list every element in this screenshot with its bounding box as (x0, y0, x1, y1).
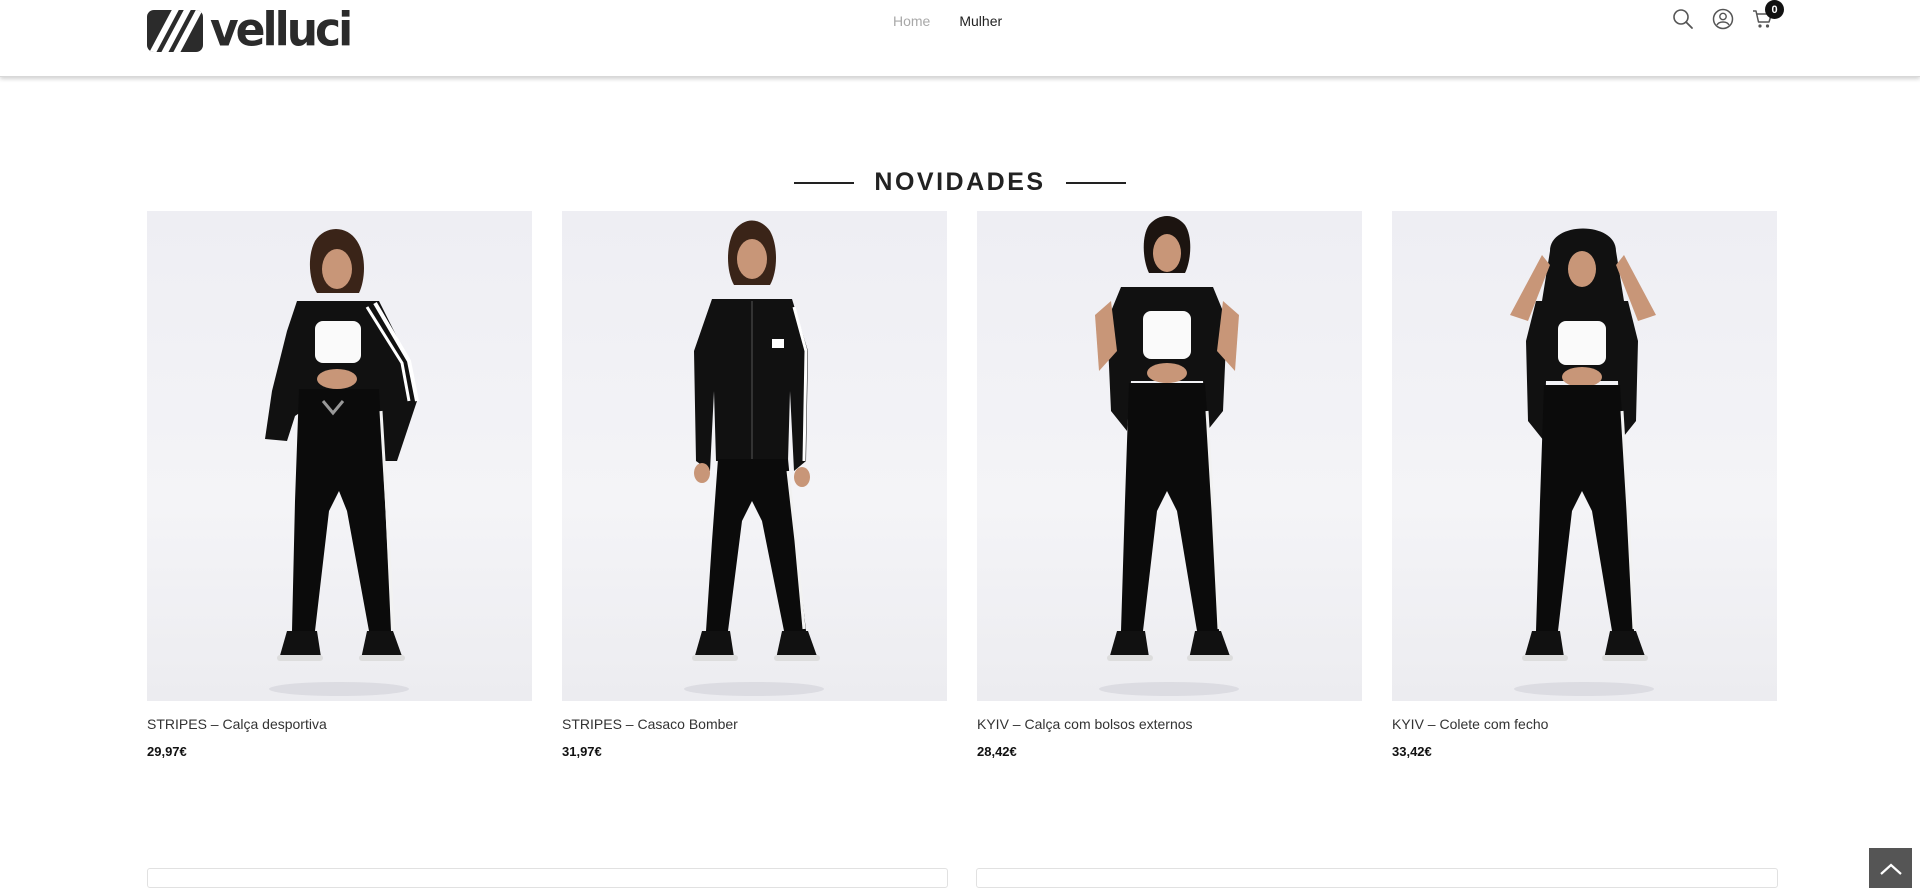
main-nav: Home Mulher (893, 13, 1002, 29)
product-name[interactable]: STRIPES – Casaco Bomber (562, 716, 947, 732)
product-grid: STRIPES – Calça desportiva 29,97€ STRIPE… (147, 211, 1777, 759)
heading-divider-right (1065, 181, 1126, 184)
search-icon[interactable] (1672, 8, 1694, 30)
bottom-panels (147, 868, 1778, 888)
chevron-up-icon (1879, 863, 1902, 875)
product-name[interactable]: KYIV – Colete com fecho (1392, 716, 1777, 732)
nav-item-home[interactable]: Home (893, 13, 930, 29)
product-image[interactable] (147, 211, 532, 701)
content-panel (976, 868, 1778, 888)
user-icon[interactable] (1712, 8, 1734, 30)
site-header: velluci Home Mulher 0 (0, 0, 1920, 77)
section-heading: NOVIDADES (0, 168, 1920, 197)
nav-item-mulher[interactable]: Mulher (959, 13, 1002, 29)
cart-count-badge: 0 (1765, 0, 1784, 19)
product-image[interactable] (562, 211, 947, 701)
product-name[interactable]: KYIV – Calça com bolsos externos (977, 716, 1362, 732)
section-title: NOVIDADES (874, 168, 1046, 196)
brand-logo-mark (147, 10, 203, 52)
product-image[interactable] (977, 211, 1362, 701)
brand-name: velluci (210, 3, 353, 58)
product-price: 33,42€ (1392, 744, 1432, 759)
product-image[interactable] (1392, 211, 1777, 701)
back-to-top-button[interactable] (1869, 848, 1912, 888)
heading-divider-left (794, 181, 855, 184)
product-card[interactable]: KYIV – Colete com fecho 33,42€ (1392, 211, 1777, 759)
product-price: 31,97€ (562, 744, 602, 759)
product-card[interactable]: STRIPES – Calça desportiva 29,97€ (147, 211, 532, 759)
product-card[interactable]: STRIPES – Casaco Bomber 31,97€ (562, 211, 947, 759)
header-actions: 0 (1672, 0, 1784, 30)
brand-logo[interactable]: velluci (147, 3, 353, 58)
product-price: 29,97€ (147, 744, 187, 759)
cart-icon[interactable]: 0 (1752, 0, 1784, 30)
product-name[interactable]: STRIPES – Calça desportiva (147, 716, 532, 732)
product-price: 28,42€ (977, 744, 1017, 759)
product-card[interactable]: KYIV – Calça com bolsos externos 28,42€ (977, 211, 1362, 759)
content-panel (147, 868, 948, 888)
